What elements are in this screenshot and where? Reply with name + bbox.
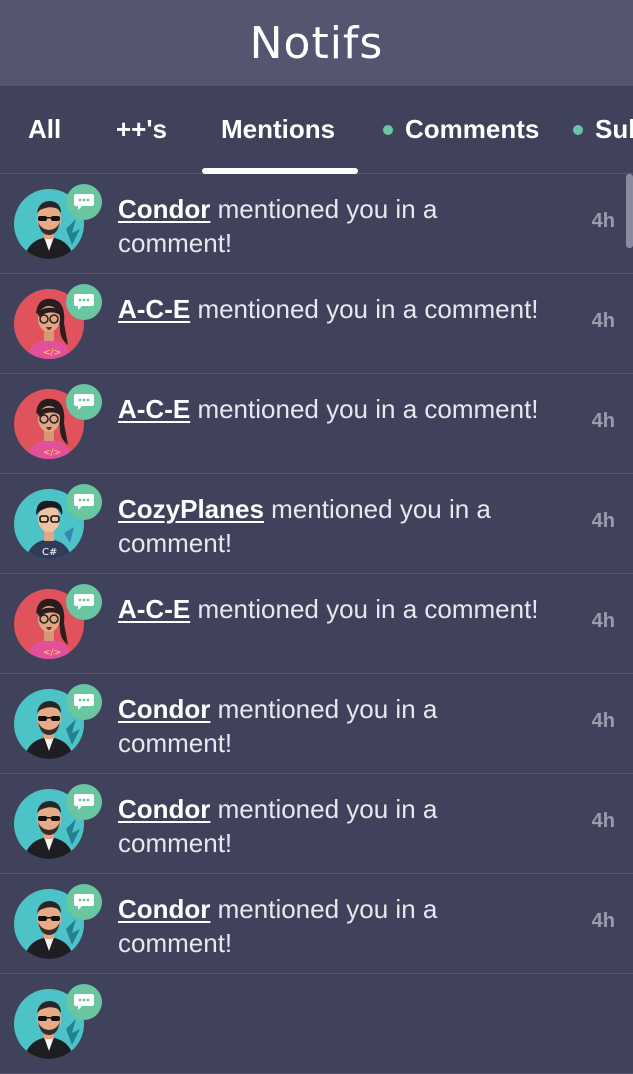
comment-bubble-icon: [66, 384, 102, 420]
notification-text: A-C-E mentioned you in a comment!: [118, 392, 558, 426]
tab-subs[interactable]: Sub: [573, 86, 633, 173]
notification-text: Condor mentioned you in a comment!: [118, 892, 558, 960]
timestamp: 4h: [591, 610, 615, 632]
username-link[interactable]: A-C-E: [118, 294, 190, 324]
unread-dot-icon: [573, 124, 583, 135]
notification-row[interactable]: Condor mentioned you in a comment! 4h: [0, 774, 633, 874]
notification-row[interactable]: </> A-C-E mentioned you in a comment! 4h: [0, 574, 633, 674]
timestamp: 4h: [591, 210, 615, 232]
notification-text: Condor mentioned you in a comment!: [118, 792, 558, 860]
comment-bubble-icon: [66, 484, 102, 520]
svg-text:C#: C#: [42, 547, 57, 558]
comment-bubble-icon: [66, 584, 102, 620]
notification-row[interactable]: Condor mentioned you in a comment! 4h: [0, 874, 633, 974]
username-link[interactable]: A-C-E: [118, 594, 190, 624]
svg-text:</>: </>: [43, 648, 61, 658]
timestamp: 4h: [591, 810, 615, 832]
notification-message: mentioned you in a comment!: [190, 594, 539, 624]
timestamp: 4h: [591, 410, 615, 432]
tab-bar: All ++'s Mentions Comments Sub: [0, 86, 633, 174]
username-link[interactable]: A-C-E: [118, 394, 190, 424]
tab-plusplus[interactable]: ++'s: [116, 86, 167, 173]
tab-mentions[interactable]: Mentions: [221, 86, 335, 173]
tab-comments[interactable]: Comments: [383, 86, 539, 173]
notification-text: A-C-E mentioned you in a comment!: [118, 292, 558, 326]
notification-message: mentioned you in a comment!: [190, 394, 539, 424]
notification-text: A-C-E mentioned you in a comment!: [118, 592, 558, 626]
tab-all[interactable]: All: [28, 86, 61, 173]
notification-text: Condor mentioned you in a comment!: [118, 192, 558, 260]
timestamp: 4h: [591, 310, 615, 332]
comment-bubble-icon: [66, 684, 102, 720]
comment-bubble-icon: [66, 884, 102, 920]
notification-row[interactable]: </> A-C-E mentioned you in a comment! 4h: [0, 274, 633, 374]
svg-text:</>: </>: [43, 448, 61, 458]
tab-label: All: [28, 114, 62, 144]
comment-bubble-icon: [66, 284, 102, 320]
notification-row[interactable]: [0, 974, 633, 1074]
scrollbar-thumb[interactable]: [626, 174, 633, 248]
tab-label: Sub: [595, 114, 633, 144]
timestamp: 4h: [591, 710, 615, 732]
notification-row[interactable]: Condor mentioned you in a comment! 4h: [0, 174, 633, 274]
notification-row[interactable]: Condor mentioned you in a comment! 4h: [0, 674, 633, 774]
username-link[interactable]: Condor: [118, 794, 210, 824]
comment-bubble-icon: [66, 984, 102, 1020]
unread-dot-icon: [383, 124, 393, 135]
notification-row[interactable]: </> A-C-E mentioned you in a comment! 4h: [0, 374, 633, 474]
notification-text: CozyPlanes mentioned you in a comment!: [118, 492, 558, 560]
username-link[interactable]: Condor: [118, 894, 210, 924]
username-link[interactable]: Condor: [118, 194, 210, 224]
tab-label: Comments: [405, 114, 540, 144]
app-header: Notifs: [0, 0, 633, 86]
comment-bubble-icon: [66, 184, 102, 220]
page-title: Notifs: [249, 17, 384, 69]
notification-text: Condor mentioned you in a comment!: [118, 692, 558, 760]
timestamp: 4h: [591, 910, 615, 932]
notification-message: mentioned you in a comment!: [190, 294, 539, 324]
tab-label: ++'s: [116, 114, 168, 144]
username-link[interactable]: CozyPlanes: [118, 494, 264, 524]
username-link[interactable]: Condor: [118, 694, 210, 724]
tab-label: Mentions: [221, 114, 336, 144]
comment-bubble-icon: [66, 784, 102, 820]
notification-row[interactable]: C# CozyPlanes mentioned you in a comment…: [0, 474, 633, 574]
svg-text:</>: </>: [43, 348, 61, 358]
timestamp: 4h: [591, 510, 615, 532]
notification-list: Condor mentioned you in a comment! 4h </>…: [0, 174, 633, 1074]
